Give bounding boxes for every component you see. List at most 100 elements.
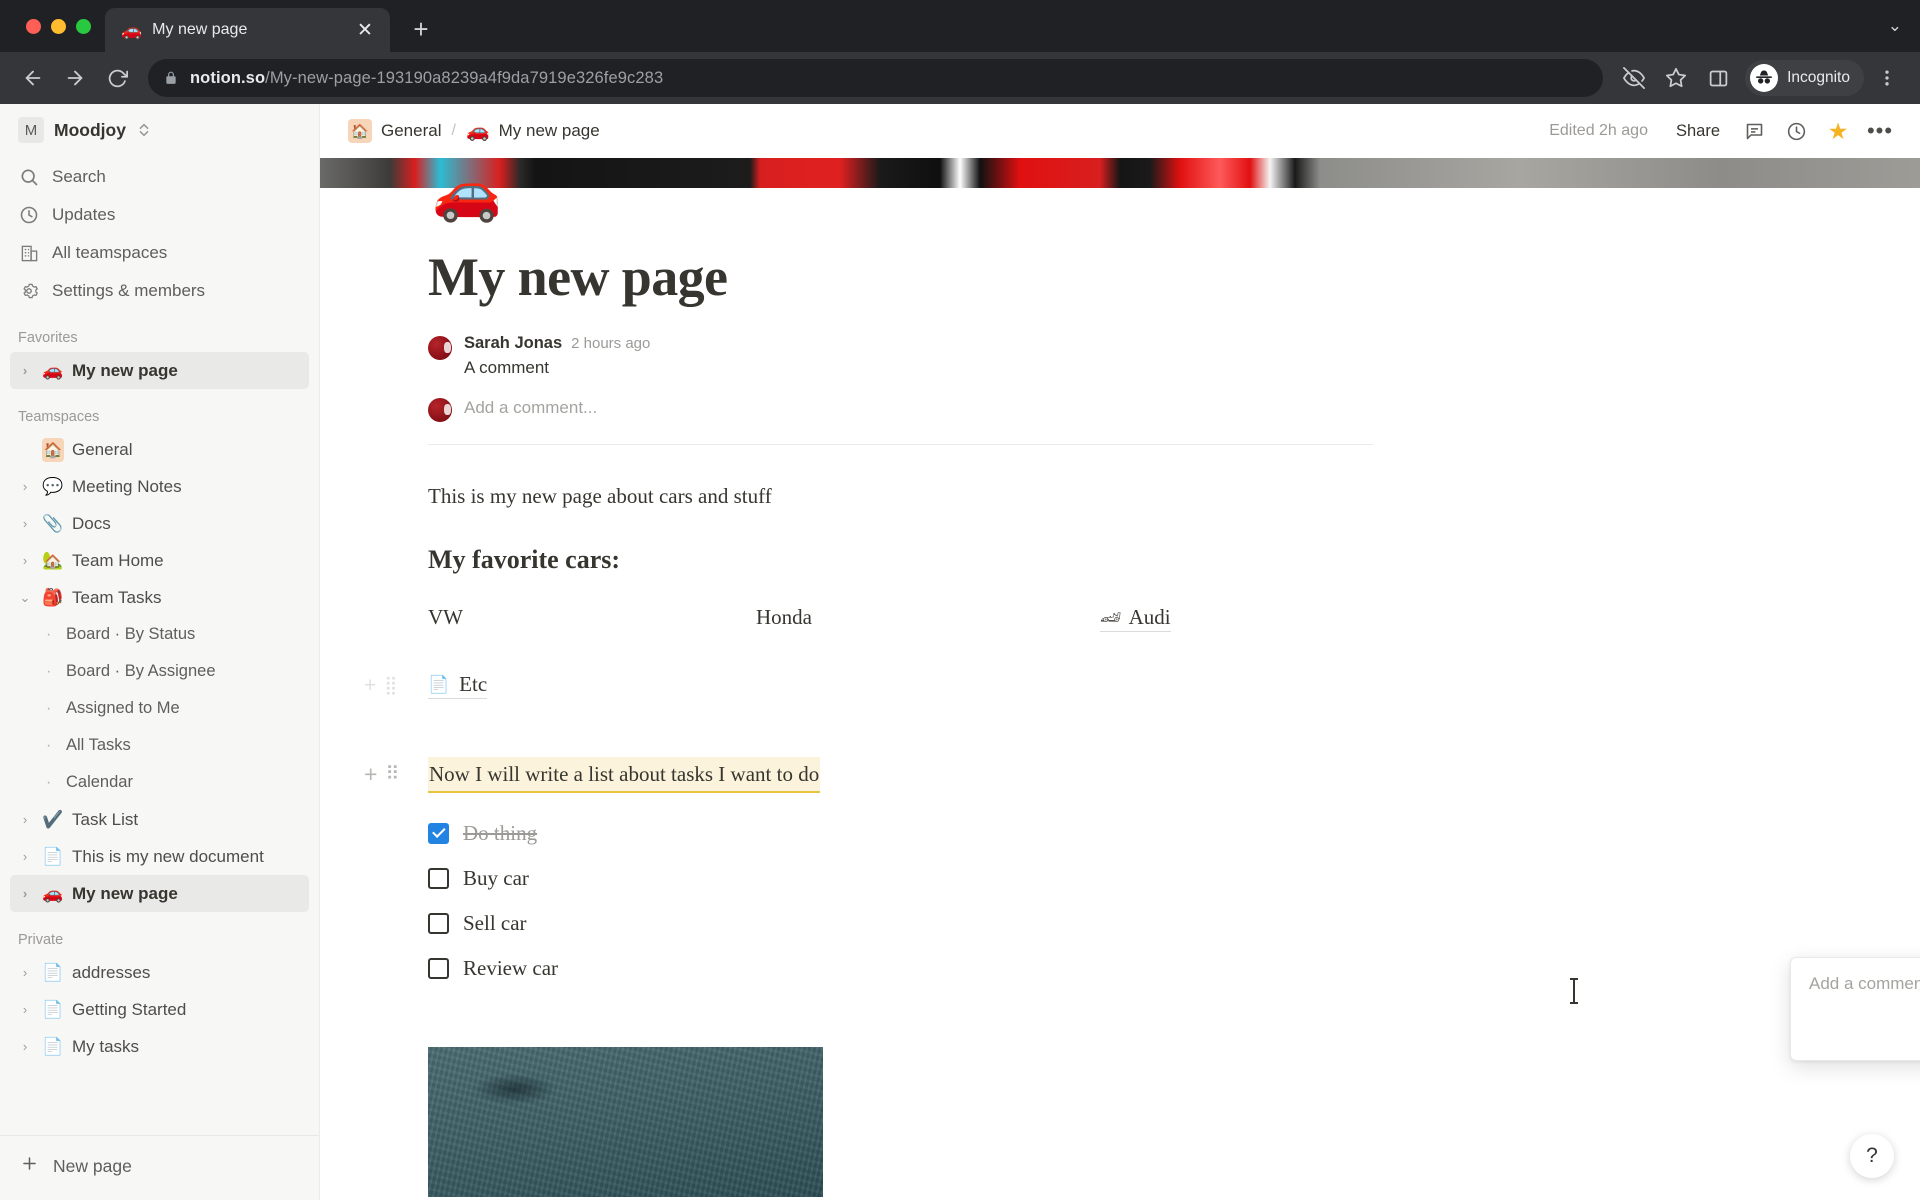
page-cover-image[interactable]: 🚗: [320, 158, 1920, 220]
chevron-right-icon[interactable]: ›: [16, 849, 34, 864]
page-history-clock-icon[interactable]: [1778, 113, 1814, 149]
sidebar-item-this-is-my-new-document[interactable]: › 📄 This is my new document: [10, 838, 309, 875]
sidebar-item-all-teamspaces[interactable]: All teamspaces: [10, 234, 309, 272]
comment-popup-input[interactable]: Add a comment...: [1809, 974, 1920, 994]
reload-icon[interactable]: [98, 59, 136, 97]
page-title[interactable]: My new page: [428, 246, 1418, 308]
sidebar-item-team-home[interactable]: › 🏡 Team Home: [10, 542, 309, 579]
chevron-right-icon[interactable]: ›: [16, 965, 34, 980]
sidebar-item-board-by-assignee[interactable]: · Board · By Assignee: [10, 653, 309, 690]
chevron-right-icon[interactable]: ›: [16, 553, 34, 568]
drag-handle-icon[interactable]: ⠿: [385, 765, 399, 784]
column-text-honda[interactable]: Honda: [756, 605, 812, 629]
todo-item[interactable]: Do thing: [428, 811, 1418, 856]
page-scroll-container[interactable]: 🚗 My new page Sarah Jonas 2 hours ago A …: [320, 158, 1920, 1200]
checkbox-unchecked-icon[interactable]: [428, 957, 449, 979]
chevron-right-icon[interactable]: ›: [16, 1039, 34, 1054]
side-panel-icon[interactable]: [1699, 59, 1737, 97]
notion-app: M Moodjoy Search Updates All teamspaces …: [0, 104, 1920, 1200]
sidebar-item-label: Docs: [72, 513, 111, 533]
close-window-button[interactable]: [26, 18, 41, 34]
new-tab-button[interactable]: +: [400, 8, 442, 50]
paragraph-block[interactable]: This is my new page about cars and stuff: [428, 481, 1418, 513]
chevron-right-icon[interactable]: ›: [16, 479, 34, 494]
highlighted-text[interactable]: Now I will write a list about tasks I wa…: [428, 756, 821, 793]
comment-bubble-icon[interactable]: [1736, 113, 1772, 149]
todo-list-block: Do thing Buy car Sell car Review car: [428, 811, 1418, 991]
drag-handle-icon[interactable]: ⣿: [384, 676, 397, 694]
page-icon-car-emoji[interactable]: 🚗: [432, 164, 502, 220]
workspace-switcher[interactable]: M Moodjoy: [0, 104, 319, 154]
page-more-menu-icon[interactable]: •••: [1862, 113, 1898, 149]
chevron-right-icon[interactable]: ›: [16, 886, 34, 901]
sidebar-item-general[interactable]: › 🏠 General: [10, 431, 309, 468]
add-comment-row[interactable]: Add a comment...: [428, 396, 1418, 422]
todo-item[interactable]: Sell car: [428, 901, 1418, 946]
breadcrumb-item-my-new-page[interactable]: 🚗 My new page: [466, 119, 600, 143]
chevron-right-icon[interactable]: ›: [16, 363, 34, 378]
sidebar-item-team-tasks[interactable]: ⌄ 🎒 Team Tasks: [10, 579, 309, 616]
three-dot-menu-icon[interactable]: [1868, 59, 1906, 97]
back-arrow-icon[interactable]: [14, 59, 52, 97]
sidebar-item-updates[interactable]: Updates: [10, 196, 309, 234]
share-button[interactable]: Share: [1666, 116, 1730, 147]
sidebar-item-label: Getting Started: [72, 999, 187, 1019]
chevron-down-icon[interactable]: ⌄: [16, 590, 34, 606]
address-bar[interactable]: notion.so/My-new-page-193190a8239a4f9da7…: [148, 59, 1604, 97]
favorite-star-filled-icon[interactable]: ★: [1820, 113, 1856, 149]
sidebar-teamspaces-list: › 🏠 General › 💬 Meeting Notes › 📎 Docs ›…: [0, 431, 319, 912]
sidebar-item-my-tasks[interactable]: › 📄 My tasks: [10, 1028, 309, 1065]
eye-off-icon[interactable]: [1615, 59, 1653, 97]
todo-item[interactable]: Buy car: [428, 856, 1418, 901]
house-with-garden-emoji-icon: 🏡: [42, 550, 64, 570]
workspace-chevron-updown-icon: [138, 122, 150, 138]
chevron-right-icon[interactable]: ›: [16, 1002, 34, 1017]
column-3: 🏎 Audi: [1074, 605, 1418, 632]
sidebar-item-label: Team Home: [72, 550, 164, 570]
todo-item[interactable]: Review car: [428, 946, 1418, 991]
column-link-audi[interactable]: 🏎 Audi: [1100, 605, 1171, 632]
add-comment-input[interactable]: Add a comment...: [464, 396, 597, 418]
sidebar-item-search[interactable]: Search: [10, 158, 309, 196]
sidebar-item-addresses[interactable]: › 📄 addresses: [10, 954, 309, 991]
chevron-right-icon[interactable]: ›: [16, 516, 34, 531]
breadcrumb-item-general[interactable]: 🏠 General: [348, 119, 441, 143]
sidebar-item-settings-members[interactable]: Settings & members: [10, 272, 309, 310]
new-page-button[interactable]: New page: [10, 1146, 309, 1186]
sidebar-item-meeting-notes[interactable]: › 💬 Meeting Notes: [10, 468, 309, 505]
toolbar-right-controls: Incognito: [1615, 59, 1906, 97]
bookmark-star-outline-icon[interactable]: [1657, 59, 1695, 97]
comment-item: Sarah Jonas 2 hours ago A comment: [428, 334, 1418, 378]
checkbox-checked-icon[interactable]: [428, 822, 449, 844]
sidebar-item-my-new-page[interactable]: › 🚗 My new page: [10, 875, 309, 912]
sidebar-item-calendar[interactable]: · Calendar: [10, 764, 309, 801]
tab-search-chevron-down-icon[interactable]: ⌄: [1888, 16, 1902, 36]
page-topbar: 🏠 General / 🚗 My new page Edited 2h ago …: [320, 104, 1920, 158]
column-text-vw[interactable]: VW: [428, 605, 463, 629]
sidebar-item-all-tasks[interactable]: · All Tasks: [10, 727, 309, 764]
etc-page-link[interactable]: 📄 Etc: [428, 672, 488, 699]
maximize-window-button[interactable]: [76, 18, 91, 34]
help-button[interactable]: ?: [1850, 1134, 1894, 1178]
checkbox-unchecked-icon[interactable]: [428, 867, 449, 889]
image-block-ocean[interactable]: [428, 1046, 823, 1197]
browser-tab[interactable]: 🚗 My new page ✕: [105, 8, 390, 52]
minimize-window-button[interactable]: [51, 18, 66, 34]
sidebar-item-assigned-to-me[interactable]: · Assigned to Me: [10, 690, 309, 727]
url-text: notion.so/My-new-page-193190a8239a4f9da7…: [190, 69, 663, 88]
sidebar-item-getting-started[interactable]: › 📄 Getting Started: [10, 991, 309, 1028]
heading-block[interactable]: My favorite cars:: [428, 545, 1418, 575]
incognito-profile-button[interactable]: Incognito: [1745, 60, 1864, 96]
sidebar-item-favorite-my-new-page[interactable]: › 🚗 My new page: [10, 352, 309, 389]
bullet-icon: ·: [46, 773, 52, 791]
checkbox-unchecked-icon[interactable]: [428, 912, 449, 934]
floating-comment-popup[interactable]: Add a comment...: [1790, 957, 1920, 1061]
sidebar-item-task-list[interactable]: › ✔️ Task List: [10, 801, 309, 838]
sidebar-item-board-by-status[interactable]: · Board · By Status: [10, 616, 309, 653]
close-tab-icon[interactable]: ✕: [352, 17, 378, 43]
add-block-plus-icon[interactable]: +: [364, 675, 376, 696]
add-block-plus-icon[interactable]: +: [364, 763, 377, 786]
sidebar-item-docs[interactable]: › 📎 Docs: [10, 505, 309, 542]
forward-arrow-icon[interactable]: [56, 59, 94, 97]
chevron-right-icon[interactable]: ›: [16, 812, 34, 827]
